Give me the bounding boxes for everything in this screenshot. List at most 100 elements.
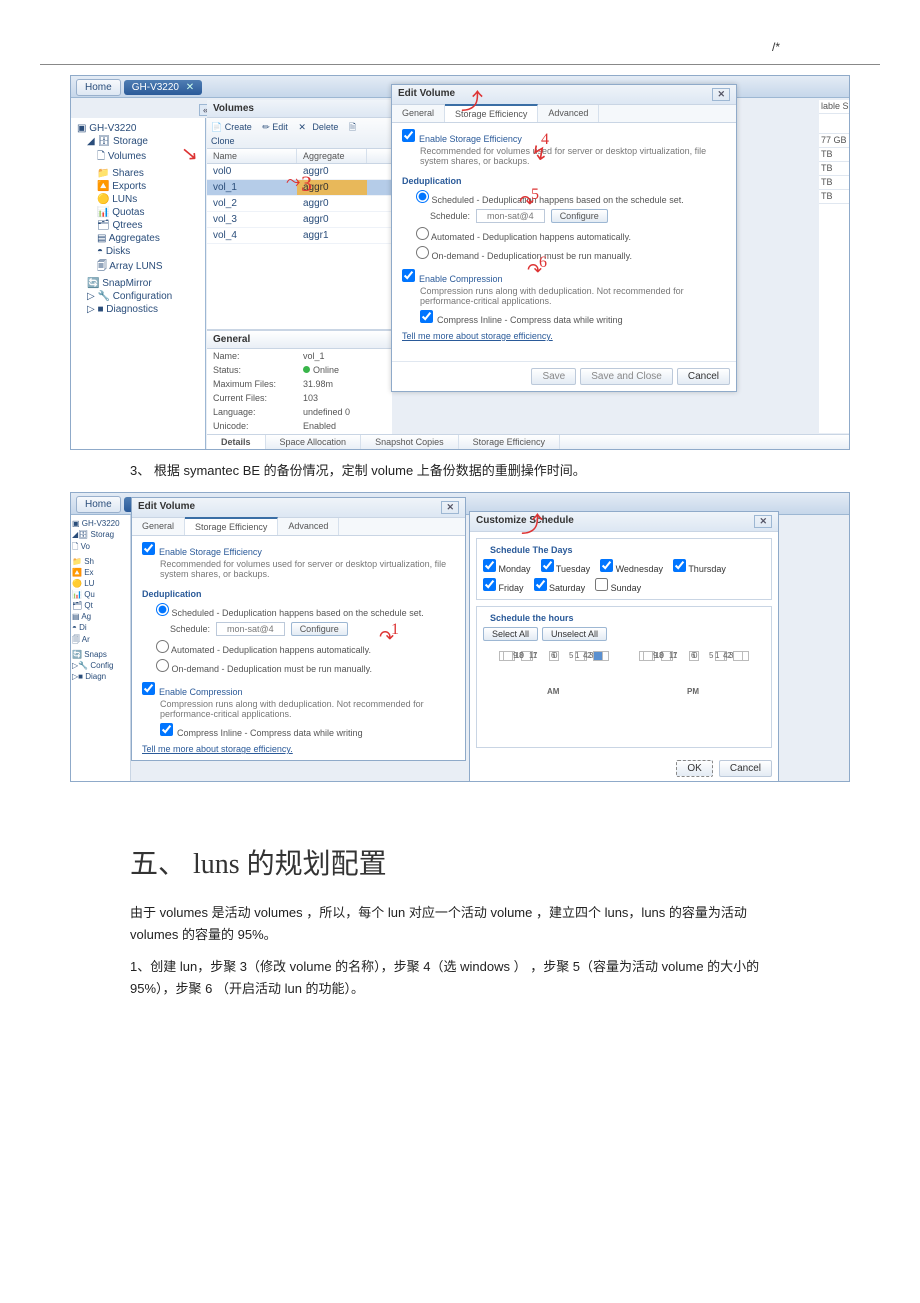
dialog-close-icon[interactable]: ✕ (441, 501, 459, 514)
tree-storage[interactable]: ◢ 🗄 Storage (73, 135, 203, 148)
radio-scheduled[interactable] (416, 190, 429, 203)
tree-snapmirror[interactable]: 🔄 SnapMirror (73, 277, 203, 290)
tell-me-more-link[interactable]: Tell me more about storage efficiency. (402, 331, 553, 341)
col-name[interactable]: Name (207, 149, 297, 163)
tree-array-luns[interactable]: 🗐 Array LUNS (73, 258, 203, 277)
tree-quotas[interactable]: 📊 Quotas (73, 206, 203, 219)
compress-inline-checkbox[interactable] (160, 723, 173, 736)
tab-general[interactable]: General (132, 518, 185, 535)
save-button[interactable]: Save (531, 368, 576, 385)
radio-scheduled[interactable] (156, 603, 169, 616)
tab-advanced[interactable]: Advanced (538, 105, 599, 122)
nav-tree: ▣ GH-V3220 ◢ 🗄 Storage 🗋 Volumes 📁 Share… (71, 118, 206, 450)
table-row[interactable]: vol_4aggr1 (207, 228, 392, 244)
unselect-all-button[interactable]: Unselect All (542, 627, 607, 641)
pm-clock: PM 01 23 45 67 89 (639, 651, 749, 737)
tree-item[interactable]: ▤ Ag (72, 611, 129, 622)
tab-general[interactable]: General (392, 105, 445, 122)
tree-shares[interactable]: 📁 Shares (73, 167, 203, 180)
hour-10[interactable] (643, 651, 653, 661)
tree-item[interactable]: 🗐 Ar (72, 633, 129, 649)
dialog-close-icon[interactable]: ✕ (712, 88, 730, 101)
bottom-tabs: Details Space Allocation Snapshot Copies… (207, 434, 849, 449)
tree-item[interactable]: ▷🔧 Config (72, 660, 129, 671)
radio-automated[interactable] (156, 640, 169, 653)
compression-description: Compression runs along with deduplicatio… (142, 697, 455, 723)
tree-item[interactable]: 🔄 Snaps (72, 649, 129, 660)
cancel-button[interactable]: Cancel (677, 368, 730, 385)
close-icon[interactable]: ✕ (186, 82, 194, 93)
edit-button[interactable]: ✏ Edit (262, 122, 292, 132)
tree-item[interactable]: ◓ Di (72, 622, 129, 633)
enable-storage-efficiency-checkbox[interactable] (142, 542, 155, 555)
select-all-button[interactable]: Select All (483, 627, 538, 641)
tab-storage-efficiency[interactable]: Storage Efficiency (459, 435, 560, 449)
tab-ghv3220[interactable]: GH-V3220 ✕ (124, 80, 202, 95)
hour-4-checked[interactable] (593, 651, 603, 661)
day-sunday[interactable]: Sunday (595, 578, 641, 593)
tab-home[interactable]: Home (76, 496, 121, 513)
deduplication-heading: Deduplication (142, 589, 455, 599)
tree-disks[interactable]: ◓ Disks (73, 245, 203, 258)
col-aggregate[interactable]: Aggregate (297, 149, 367, 163)
tree-item[interactable]: 🗂 Qt (72, 600, 129, 611)
dialog-close-icon[interactable]: ✕ (754, 515, 772, 528)
tab-home[interactable]: Home (76, 79, 121, 96)
label: Scheduled - Deduplication happens based … (172, 608, 424, 618)
tree-diagnostics[interactable]: ▷ ■ Diagnostics (73, 303, 203, 316)
radio-automated[interactable] (416, 227, 429, 240)
table-row[interactable]: vol_2aggr0 (207, 196, 392, 212)
configure-button[interactable]: Configure (551, 209, 608, 223)
tree-item[interactable]: 🗋 Vo (72, 540, 129, 556)
day-wednesday[interactable]: Wednesday (600, 559, 663, 574)
tree-item[interactable]: ▷■ Diagn (72, 671, 129, 682)
tree-item[interactable]: 🔼 Ex (72, 567, 129, 578)
edit-volume-dialog: Edit Volume ✕ General Storage Efficiency… (391, 84, 737, 392)
tab-space-allocation[interactable]: Space Allocation (266, 435, 362, 449)
hour-10[interactable] (503, 651, 513, 661)
paragraph-2: 1、创建 lun，步聚 3（修改 volume 的名称），步聚 4（选 wind… (130, 956, 790, 1000)
tree-item[interactable]: ▣ GH-V3220 (72, 518, 129, 529)
schedule-label: Schedule: (430, 211, 470, 221)
radio-ondemand[interactable] (416, 246, 429, 259)
tree-item[interactable]: 📊 Qu (72, 589, 129, 600)
tab-storage-efficiency[interactable]: Storage Efficiency (185, 517, 278, 535)
hour-4[interactable] (733, 651, 743, 661)
tree-item[interactable]: ◢🗄 Storag (72, 529, 129, 540)
tree-configuration[interactable]: ▷ 🔧 Configuration (73, 290, 203, 303)
tell-me-more-link[interactable]: Tell me more about storage efficiency. (142, 744, 293, 754)
table-row[interactable]: vol_3aggr0 (207, 212, 392, 228)
configure-button[interactable]: Configure (291, 622, 348, 636)
tree-item[interactable]: 🟡 LU (72, 578, 129, 589)
day-thursday[interactable]: Thursday (673, 559, 726, 574)
tab-storage-efficiency[interactable]: Storage Efficiency (445, 104, 538, 122)
tree-item[interactable]: 📁 Sh (72, 556, 129, 567)
delete-button[interactable]: ✕ Delete (298, 122, 342, 132)
compress-inline-checkbox[interactable] (420, 310, 433, 323)
enable-compression-checkbox[interactable] (142, 682, 155, 695)
enable-storage-efficiency-checkbox[interactable] (402, 129, 415, 142)
tree-aggregates[interactable]: ▤ Aggregates (73, 232, 203, 245)
day-saturday[interactable]: Saturday (534, 578, 586, 593)
ok-button[interactable]: OK (676, 760, 712, 777)
enable-compression-checkbox[interactable] (402, 269, 415, 282)
create-button[interactable]: 📄 Create (211, 122, 256, 132)
tree-root[interactable]: ▣ GH-V3220 (73, 122, 203, 135)
tree-volumes[interactable]: 🗋 Volumes (73, 148, 203, 167)
tree-exports[interactable]: 🔼 Exports (73, 180, 203, 193)
tab-snapshot-copies[interactable]: Snapshot Copies (361, 435, 459, 449)
table-row[interactable]: vol0aggr0 (207, 164, 392, 180)
radio-ondemand[interactable] (156, 659, 169, 672)
tab-details[interactable]: Details (207, 435, 266, 449)
tree-qtrees[interactable]: 🗂 Qtrees (73, 219, 203, 232)
day-friday[interactable]: Friday (483, 578, 524, 593)
save-and-close-button[interactable]: Save and Close (580, 368, 673, 385)
day-monday[interactable]: Monday (483, 559, 531, 574)
cancel-button[interactable]: Cancel (719, 760, 772, 777)
value: Enabled (303, 421, 336, 431)
tab-advanced[interactable]: Advanced (278, 518, 339, 535)
day-tuesday[interactable]: Tuesday (541, 559, 591, 574)
table-row-selected[interactable]: vol_1aggr0 (207, 180, 392, 196)
tree-luns[interactable]: 🟡 LUNs (73, 193, 203, 206)
dialog-titlebar: Edit Volume ✕ (132, 498, 465, 518)
